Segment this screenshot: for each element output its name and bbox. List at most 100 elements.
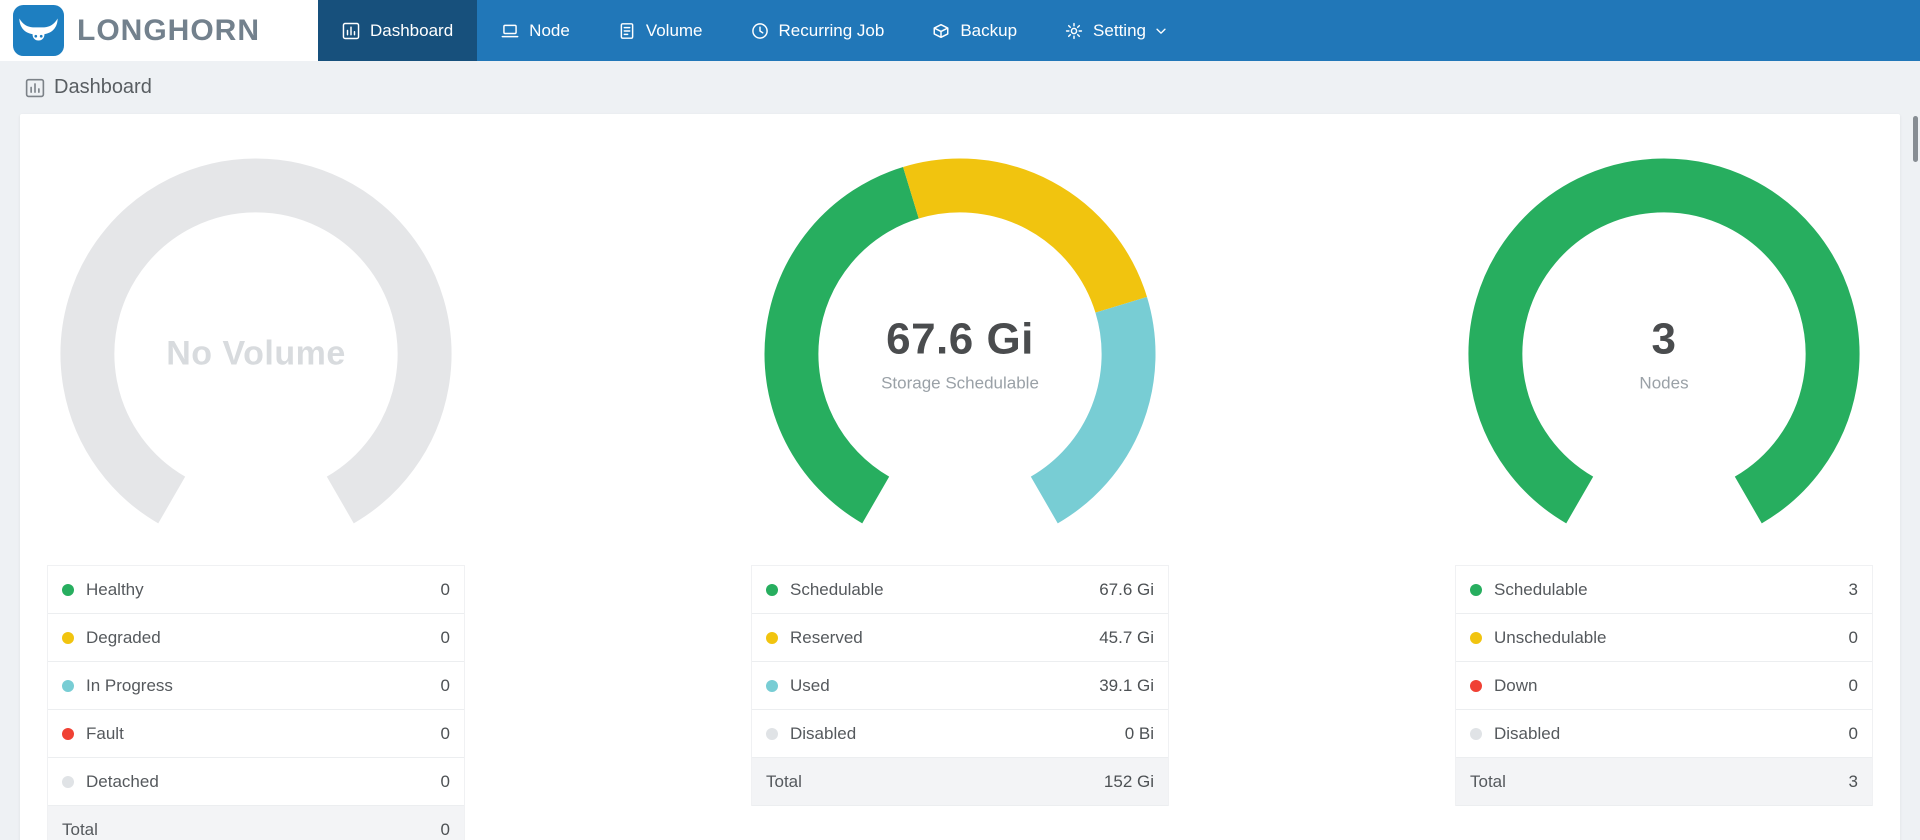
charts-row: No VolumeHealthy0Degraded0In Progress0Fa…: [47, 158, 1873, 840]
legend-total-value: 3: [1849, 772, 1858, 792]
legend-value: 0: [441, 676, 450, 696]
dashboard-chart-icon: [25, 78, 45, 98]
dashboard-card: No VolumeHealthy0Degraded0In Progress0Fa…: [20, 114, 1900, 840]
longhorn-logo-icon: [13, 5, 64, 56]
legend-row: Schedulable67.6 Gi: [752, 566, 1168, 614]
legend-row: In Progress0: [48, 662, 464, 710]
legend-label: Disabled: [1494, 724, 1849, 744]
gauge-center-subtitle: Nodes: [1468, 374, 1860, 394]
nav-item-dashboard[interactable]: Dashboard: [318, 0, 477, 61]
gauge-center-title: 67.6 Gi: [764, 315, 1156, 365]
nav-item-label: Backup: [960, 21, 1017, 41]
gauge-center: 3 Nodes: [1468, 315, 1860, 394]
status-dot: [766, 680, 778, 692]
gauge-center: 67.6 Gi Storage Schedulable: [764, 315, 1156, 394]
legend-row: Detached0: [48, 758, 464, 806]
legend-total-label: Total: [1470, 772, 1849, 792]
setting-icon: [1065, 22, 1083, 40]
legend-total-value: 0: [441, 820, 450, 840]
status-dot: [62, 776, 74, 788]
nav-item-recurring-job[interactable]: Recurring Job: [727, 0, 909, 61]
gauge-node: 3 Nodes: [1468, 158, 1860, 550]
legend-volume: Healthy0Degraded0In Progress0Fault0Detac…: [47, 565, 465, 840]
legend-value: 0: [441, 628, 450, 648]
legend-value: 0: [441, 724, 450, 744]
dashboard-icon: [342, 22, 360, 40]
brand[interactable]: LONGHORN: [0, 0, 318, 61]
page-title: Dashboard: [54, 76, 152, 99]
legend-value: 67.6 Gi: [1099, 580, 1154, 600]
legend-label: In Progress: [86, 676, 441, 696]
legend-total-row: Total152 Gi: [752, 758, 1168, 806]
status-dot: [766, 584, 778, 596]
nav-item-label: Volume: [646, 21, 703, 41]
legend-label: Disabled: [790, 724, 1125, 744]
status-dot: [1470, 728, 1482, 740]
legend-label: Schedulable: [1494, 580, 1849, 600]
legend-row: Degraded0: [48, 614, 464, 662]
recurring-job-icon: [751, 22, 769, 40]
status-dot: [1470, 584, 1482, 596]
status-dot: [766, 632, 778, 644]
legend-label: Used: [790, 676, 1099, 696]
legend-value: 39.1 Gi: [1099, 676, 1154, 696]
main-nav: Dashboard Node Volume Recurring Job Backup Se…: [318, 0, 1192, 61]
legend-value: 0: [1849, 628, 1858, 648]
nav-item-setting[interactable]: Setting: [1041, 0, 1192, 61]
chevron-down-icon: [1156, 24, 1168, 38]
brand-name: LONGHORN: [77, 14, 260, 48]
legend-value: 0: [441, 580, 450, 600]
status-dot: [62, 728, 74, 740]
legend-row: Disabled0: [1456, 710, 1872, 758]
top-navbar: LONGHORN Dashboard Node Volume Recurring Jo…: [0, 0, 1920, 61]
gauge-volume: No Volume: [60, 158, 452, 550]
legend-label: Reserved: [790, 628, 1099, 648]
gauge-center: No Volume: [60, 335, 452, 374]
backup-icon: [932, 22, 950, 40]
nav-item-node[interactable]: Node: [477, 0, 594, 61]
legend-storage: Schedulable67.6 GiReserved45.7 GiUsed39.…: [751, 565, 1169, 806]
nav-item-label: Setting: [1093, 21, 1146, 41]
gauge-center-title: No Volume: [60, 335, 452, 374]
legend-total-row: Total0: [48, 806, 464, 840]
legend-label: Schedulable: [790, 580, 1099, 600]
legend-row: Disabled0 Bi: [752, 710, 1168, 758]
legend-node: Schedulable3Unschedulable0Down0Disabled0…: [1455, 565, 1873, 806]
legend-total-label: Total: [766, 772, 1104, 792]
gauge-center-subtitle: Storage Schedulable: [764, 374, 1156, 394]
gauge-storage: 67.6 Gi Storage Schedulable: [764, 158, 1156, 550]
scrollbar-thumb[interactable]: [1913, 116, 1918, 162]
legend-row: Fault0: [48, 710, 464, 758]
legend-row: Schedulable3: [1456, 566, 1872, 614]
legend-row: Unschedulable0: [1456, 614, 1872, 662]
nav-item-label: Node: [529, 21, 570, 41]
gauge-center-title: 3: [1468, 315, 1860, 365]
chart-storage: 67.6 GiStorage SchedulableSchedulable67.…: [751, 158, 1169, 840]
legend-label: Down: [1494, 676, 1849, 696]
nav-item-backup[interactable]: Backup: [908, 0, 1041, 61]
status-dot: [62, 584, 74, 596]
volume-icon: [618, 22, 636, 40]
chart-node: 3NodesSchedulable3Unschedulable0Down0Dis…: [1455, 158, 1873, 840]
legend-value: 0: [441, 772, 450, 792]
breadcrumb: Dashboard: [0, 61, 1920, 114]
legend-label: Fault: [86, 724, 441, 744]
legend-row: Down0: [1456, 662, 1872, 710]
legend-value: 3: [1849, 580, 1858, 600]
legend-value: 0 Bi: [1125, 724, 1154, 744]
legend-total-value: 152 Gi: [1104, 772, 1154, 792]
legend-row: Healthy0: [48, 566, 464, 614]
nav-item-label: Dashboard: [370, 21, 453, 41]
status-dot: [62, 632, 74, 644]
status-dot: [62, 680, 74, 692]
nav-item-volume[interactable]: Volume: [594, 0, 727, 61]
legend-value: 0: [1849, 676, 1858, 696]
legend-total-row: Total3: [1456, 758, 1872, 806]
chart-volume: No VolumeHealthy0Degraded0In Progress0Fa…: [47, 158, 465, 840]
legend-row: Reserved45.7 Gi: [752, 614, 1168, 662]
legend-total-label: Total: [62, 820, 441, 840]
status-dot: [766, 728, 778, 740]
nav-item-label: Recurring Job: [779, 21, 885, 41]
status-dot: [1470, 632, 1482, 644]
legend-row: Used39.1 Gi: [752, 662, 1168, 710]
